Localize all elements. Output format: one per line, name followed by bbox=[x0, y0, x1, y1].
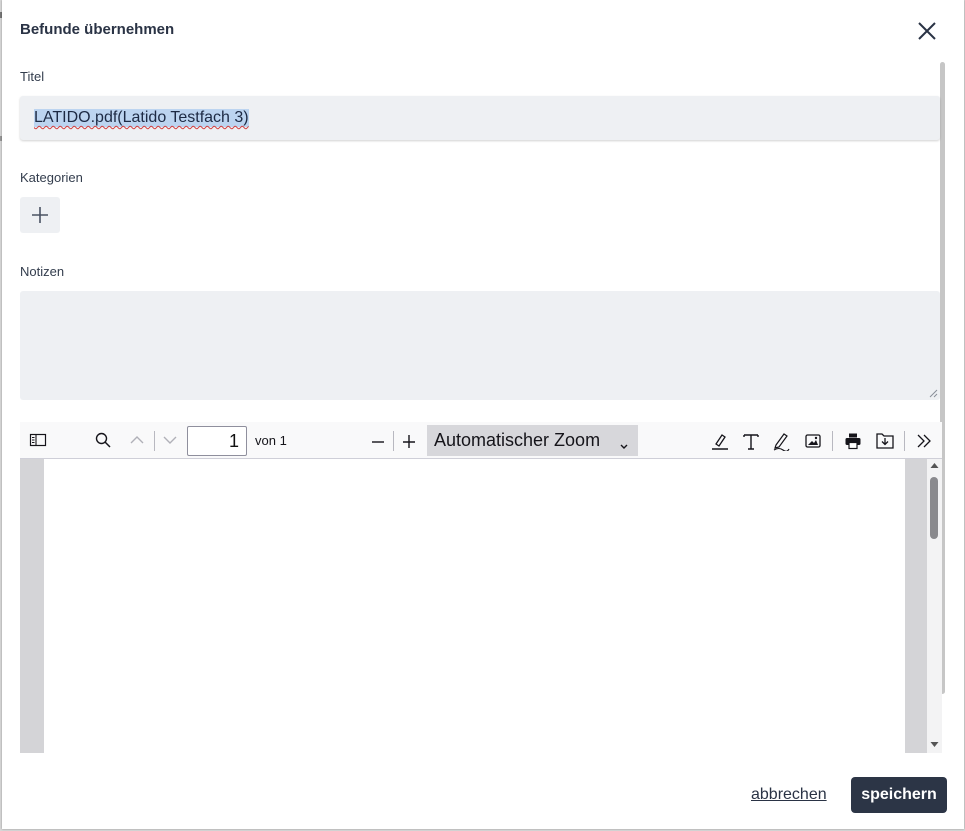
pdf-margin-left bbox=[20, 459, 44, 753]
dialog-title: Befunde übernehmen bbox=[20, 21, 175, 38]
save-button[interactable] bbox=[874, 430, 896, 452]
title-label: Titel bbox=[20, 69, 45, 84]
title-input-value: LATIDO.pdf(Latido Testfach 3) bbox=[34, 109, 249, 127]
chevron-down-icon bbox=[619, 435, 629, 456]
resize-handle-icon[interactable] bbox=[929, 389, 938, 398]
zoom-in-button[interactable] bbox=[399, 430, 419, 450]
image-button[interactable] bbox=[802, 430, 824, 452]
close-icon bbox=[918, 22, 936, 40]
pdf-scrollbar[interactable] bbox=[927, 459, 942, 753]
text-button[interactable] bbox=[740, 430, 762, 452]
pdf-toolbar: 1 von 1 Automatischer Zoom bbox=[20, 422, 942, 459]
pdf-scrollbar-thumb[interactable] bbox=[930, 477, 938, 539]
previous-page-button[interactable] bbox=[127, 430, 147, 450]
image-icon bbox=[805, 434, 821, 448]
highlight-button[interactable] bbox=[709, 430, 731, 452]
search-button[interactable] bbox=[93, 430, 113, 450]
scroll-up-arrow-icon[interactable] bbox=[930, 462, 939, 469]
sidebar-toggle-button[interactable] bbox=[28, 430, 48, 450]
toolbar-separator bbox=[904, 431, 905, 451]
chevron-up-icon bbox=[130, 436, 144, 444]
pdf-margin-right bbox=[905, 459, 927, 753]
double-chevron-right-icon bbox=[917, 434, 931, 448]
categories-label: Kategorien bbox=[20, 170, 83, 185]
dialog: Befunde übernehmen Titel LATIDO.pdf(Lati… bbox=[2, 0, 964, 829]
cancel-button[interactable]: abbrechen bbox=[751, 786, 827, 804]
scroll-down-arrow-icon[interactable] bbox=[930, 741, 939, 748]
print-button[interactable] bbox=[842, 430, 864, 452]
next-page-button[interactable] bbox=[160, 430, 180, 450]
sidebar-toggle-icon bbox=[29, 433, 47, 447]
toolbar-separator bbox=[393, 431, 394, 451]
plus-icon bbox=[403, 435, 415, 448]
page-number-input[interactable]: 1 bbox=[187, 426, 247, 456]
add-category-button[interactable] bbox=[20, 197, 60, 233]
save-icon bbox=[876, 433, 894, 449]
save-submit-button[interactable]: speichern bbox=[851, 777, 947, 813]
toolbar-separator bbox=[154, 431, 155, 451]
zoom-select[interactable]: Automatischer Zoom bbox=[427, 425, 638, 456]
highlight-icon bbox=[712, 434, 728, 450]
close-button[interactable] bbox=[914, 18, 940, 44]
chevron-down-icon bbox=[163, 436, 177, 444]
draw-button[interactable] bbox=[770, 430, 792, 452]
notes-label: Notizen bbox=[20, 264, 65, 279]
pdf-viewer: 1 von 1 Automatischer Zoom bbox=[20, 422, 942, 753]
toolbar-separator bbox=[832, 431, 833, 451]
minus-icon bbox=[372, 441, 384, 443]
zoom-out-button[interactable] bbox=[368, 430, 388, 450]
plus-icon bbox=[32, 207, 48, 223]
draw-icon bbox=[773, 433, 790, 451]
search-icon bbox=[95, 432, 111, 448]
print-icon bbox=[845, 433, 861, 450]
notes-textarea[interactable] bbox=[20, 291, 940, 400]
page-count: von 1 bbox=[255, 433, 287, 448]
more-tools-button[interactable] bbox=[913, 430, 935, 452]
zoom-value: Automatischer Zoom bbox=[434, 430, 601, 450]
text-icon bbox=[743, 434, 759, 450]
pdf-canvas-area bbox=[20, 459, 942, 753]
title-input[interactable]: LATIDO.pdf(Latido Testfach 3) bbox=[20, 96, 940, 140]
